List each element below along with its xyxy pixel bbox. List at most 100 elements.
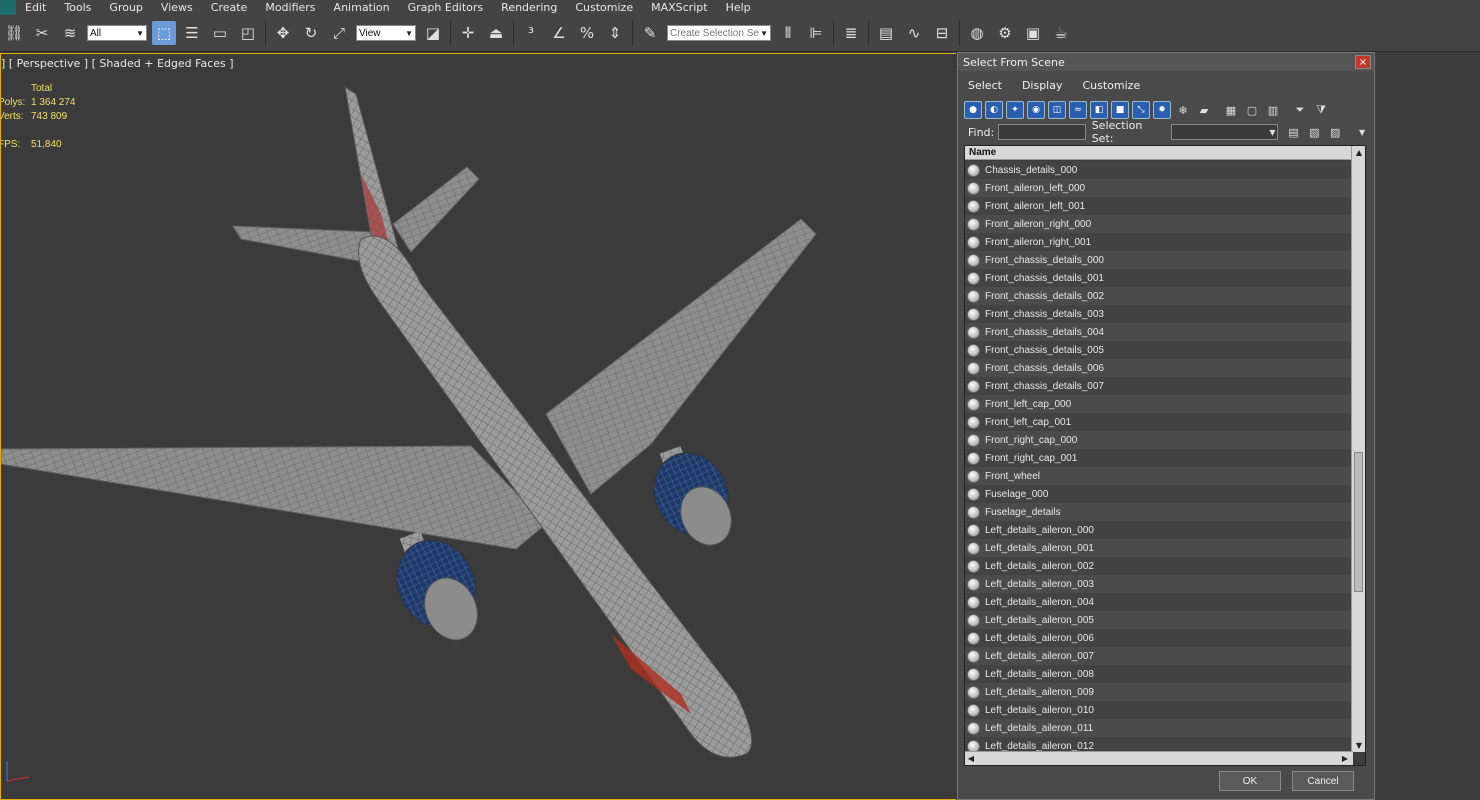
select-invert-icon[interactable]: ▥ — [1264, 101, 1282, 119]
select-none-icon[interactable]: ▢ — [1243, 101, 1261, 119]
selection-set-dropdown[interactable]: ▼ — [1171, 124, 1279, 140]
rendered-frame-window-icon[interactable]: ▣ — [1021, 21, 1045, 45]
list-item[interactable]: Front_aileron_right_001 — [965, 233, 1352, 251]
find-input[interactable] — [998, 124, 1086, 140]
bind-space-warp-icon[interactable]: ≋ — [58, 21, 82, 45]
rectangular-selection-icon[interactable]: ▭ — [208, 21, 232, 45]
unlink-icon[interactable]: ✂ — [30, 21, 54, 45]
list-item[interactable]: Fuselage_details — [965, 503, 1352, 521]
horizontal-scrollbar[interactable]: ◀ ▶ — [965, 751, 1353, 765]
scale-icon[interactable]: ⤢ — [327, 21, 351, 45]
list-item[interactable]: Left_details_aileron_001 — [965, 539, 1352, 557]
dialog-menu-display[interactable]: Display — [1022, 79, 1063, 92]
close-icon[interactable]: × — [1355, 55, 1371, 69]
list-item[interactable]: Front_chassis_details_007 — [965, 377, 1352, 395]
list-item[interactable]: Front_aileron_right_000 — [965, 215, 1352, 233]
list-item[interactable]: Front_left_cap_000 — [965, 395, 1352, 413]
display-groups-icon[interactable]: ◧ — [1090, 101, 1108, 119]
viewport-label[interactable]: ] [ Perspective ] [ Shaded + Edged Faces… — [1, 57, 234, 70]
layer-manager-icon[interactable]: ≣ — [839, 21, 863, 45]
list-item[interactable]: Left_details_aileron_011 — [965, 719, 1352, 737]
align-icon[interactable]: ⊫ — [804, 21, 828, 45]
scroll-right-icon[interactable]: ▶ — [1339, 752, 1351, 765]
list-item[interactable]: Front_wheel — [965, 467, 1352, 485]
list-item[interactable]: Front_chassis_details_003 — [965, 305, 1352, 323]
dialog-menu-select[interactable]: Select — [968, 79, 1002, 92]
edit-named-selection-icon[interactable]: ✎ — [638, 21, 662, 45]
list-item[interactable]: Front_left_cap_001 — [965, 413, 1352, 431]
window-crossing-icon[interactable]: ◰ — [236, 21, 260, 45]
list-item[interactable]: Left_details_aileron_006 — [965, 629, 1352, 647]
link-icon[interactable]: ⛓ — [2, 21, 26, 45]
list-item[interactable]: Front_chassis_details_006 — [965, 359, 1352, 377]
display-lights-icon[interactable]: ✦ — [1006, 101, 1024, 119]
list-item[interactable]: Front_chassis_details_000 — [965, 251, 1352, 269]
percent-snap-icon[interactable]: % — [575, 21, 599, 45]
list-item[interactable]: Front_right_cap_000 — [965, 431, 1352, 449]
ok-button[interactable]: OK — [1219, 771, 1281, 791]
list-item[interactable]: Left_details_aileron_000 — [965, 521, 1352, 539]
schematic-view-icon[interactable]: ⊟ — [930, 21, 954, 45]
named-selection-set-dropdown[interactable]: Create Selection Se ▼ — [667, 25, 771, 41]
cancel-button[interactable]: Cancel — [1292, 771, 1354, 791]
render-production-icon[interactable]: ☕ — [1049, 21, 1073, 45]
move-icon[interactable]: ✥ — [271, 21, 295, 45]
list-item[interactable]: Left_details_aileron_004 — [965, 593, 1352, 611]
list-item[interactable]: Left_details_aileron_009 — [965, 683, 1352, 701]
graphite-tools-icon[interactable]: ▤ — [874, 21, 898, 45]
menu-rendering[interactable]: Rendering — [492, 0, 566, 15]
list-item[interactable]: Front_chassis_details_002 — [965, 287, 1352, 305]
dialog-menu-customize[interactable]: Customize — [1082, 79, 1140, 92]
select-manipulate-icon[interactable]: ✛ — [456, 21, 480, 45]
filter-icon[interactable]: ⏷ — [1291, 101, 1309, 119]
menu-animation[interactable]: Animation — [325, 0, 399, 15]
list-item[interactable]: Left_details_aileron_007 — [965, 647, 1352, 665]
rotate-icon[interactable]: ↻ — [299, 21, 323, 45]
column-header-name[interactable]: Name — [965, 146, 1365, 160]
menu-tools[interactable]: Tools — [55, 0, 100, 15]
select-object-icon[interactable]: ⬚ — [152, 21, 176, 45]
scroll-down-icon[interactable]: ▼ — [1352, 739, 1365, 752]
display-frozen-icon[interactable]: ❄ — [1174, 101, 1192, 119]
display-geometry-icon[interactable]: ● — [964, 101, 982, 119]
display-xrefs-icon[interactable]: ■ — [1111, 101, 1129, 119]
menu-group[interactable]: Group — [100, 0, 152, 15]
menu-modifiers[interactable]: Modifiers — [256, 0, 324, 15]
select-all-icon[interactable]: ▦ — [1222, 101, 1240, 119]
display-cameras-icon[interactable]: ◉ — [1027, 101, 1045, 119]
menu-edit[interactable]: Edit — [16, 0, 55, 15]
list-item[interactable]: Front_chassis_details_005 — [965, 341, 1352, 359]
display-containers-icon[interactable]: ✸ — [1153, 101, 1171, 119]
list-item[interactable]: Left_details_aileron_003 — [965, 575, 1352, 593]
list-item[interactable]: Front_chassis_details_001 — [965, 269, 1352, 287]
list-item[interactable]: Front_right_cap_001 — [965, 449, 1352, 467]
vertical-scrollbar[interactable]: ▲ ▼ — [1351, 146, 1365, 752]
list-item[interactable]: Left_details_aileron_008 — [965, 665, 1352, 683]
perspective-viewport[interactable]: ] [ Perspective ] [ Shaded + Edged Faces… — [0, 53, 956, 800]
dialog-title-bar[interactable]: Select From Scene × — [958, 53, 1374, 71]
scrollbar-thumb[interactable] — [1354, 452, 1363, 592]
display-space-warps-icon[interactable]: ≈ — [1069, 101, 1087, 119]
mirror-icon[interactable]: ⫴ — [776, 21, 800, 45]
list-item[interactable]: Front_aileron_left_001 — [965, 197, 1352, 215]
list-item[interactable]: Left_details_aileron_005 — [965, 611, 1352, 629]
display-hidden-icon[interactable]: ▰ — [1195, 101, 1213, 119]
select-by-name-icon[interactable]: ☰ — [180, 21, 204, 45]
list-item[interactable]: Fuselage_000 — [965, 485, 1352, 503]
display-shapes-icon[interactable]: ◐ — [985, 101, 1003, 119]
collapse-arrow-icon[interactable]: ▼ — [1353, 123, 1371, 141]
menu-help[interactable]: Help — [717, 0, 760, 15]
display-bones-icon[interactable]: ⤡ — [1132, 101, 1150, 119]
scroll-left-icon[interactable]: ◀ — [965, 752, 977, 765]
keyboard-shortcut-override-icon[interactable]: ⏏ — [484, 21, 508, 45]
scene-object-list[interactable]: Name Chassis_details_000 Front_aileron_le… — [964, 145, 1366, 766]
list-item[interactable]: Front_aileron_left_000 — [965, 179, 1352, 197]
filter-options-icon[interactable]: ⧩ — [1312, 101, 1330, 119]
list-item[interactable]: Front_chassis_details_004 — [965, 323, 1352, 341]
remove-from-selection-set-icon[interactable]: ▨ — [1326, 123, 1344, 141]
curve-editor-icon[interactable]: ∿ — [902, 21, 926, 45]
scroll-up-icon[interactable]: ▲ — [1352, 146, 1365, 159]
menu-views[interactable]: Views — [152, 0, 202, 15]
app-logo-icon[interactable] — [0, 0, 16, 15]
snap-toggle-icon[interactable]: ³ — [519, 21, 543, 45]
